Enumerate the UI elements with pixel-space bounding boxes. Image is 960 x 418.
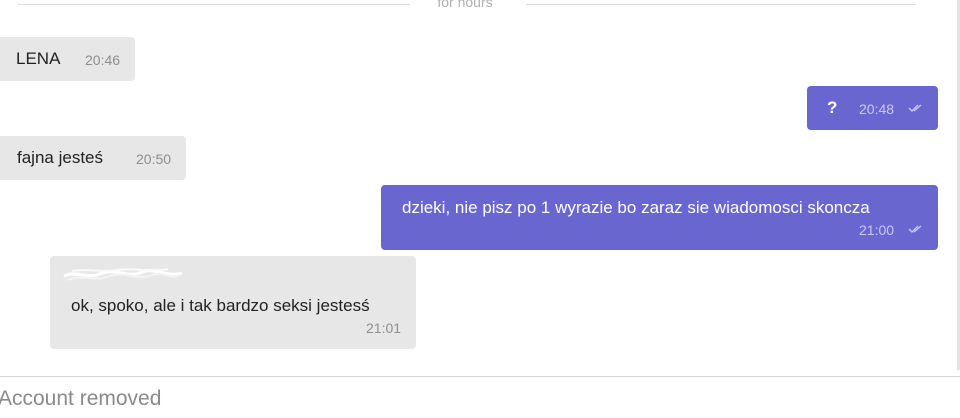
divider-label: for hours bbox=[437, 0, 493, 10]
message-time: 20:46 bbox=[85, 52, 121, 68]
message-text: ? bbox=[827, 98, 838, 117]
message-time: 21:01 bbox=[366, 320, 402, 336]
message-text: ok, spoko, ale i tak bardzo seksi jestes… bbox=[71, 296, 370, 315]
message-time: 20:50 bbox=[136, 151, 172, 167]
divider-line-left bbox=[18, 4, 410, 5]
double-check-icon bbox=[908, 225, 922, 233]
message-time: 20:48 bbox=[859, 101, 895, 117]
message-text: LENA bbox=[16, 49, 61, 68]
account-status: Account removed bbox=[0, 387, 162, 410]
footer-divider bbox=[0, 376, 960, 377]
message-bubble-incoming[interactable]: ok, spoko, ale i tak bardzo seksi jestes… bbox=[50, 256, 416, 349]
message-text: dzieki, nie pisz po 1 wyrazie bo zaraz s… bbox=[402, 198, 870, 217]
message-bubble-outgoing[interactable]: dzieki, nie pisz po 1 wyrazie bo zaraz s… bbox=[381, 185, 938, 250]
message-time: 21:00 bbox=[859, 222, 895, 238]
message-bubble-outgoing[interactable]: ? 20:48 bbox=[807, 86, 938, 130]
scribbled-out-sender-name bbox=[63, 268, 183, 282]
double-check-icon bbox=[908, 104, 922, 112]
message-text: fajna jesteś bbox=[17, 148, 103, 167]
divider-line-right bbox=[526, 4, 916, 5]
message-bubble-incoming[interactable]: fajna jesteś 20:50 bbox=[0, 136, 186, 180]
message-bubble-incoming[interactable]: LENA 20:46 bbox=[0, 37, 135, 81]
